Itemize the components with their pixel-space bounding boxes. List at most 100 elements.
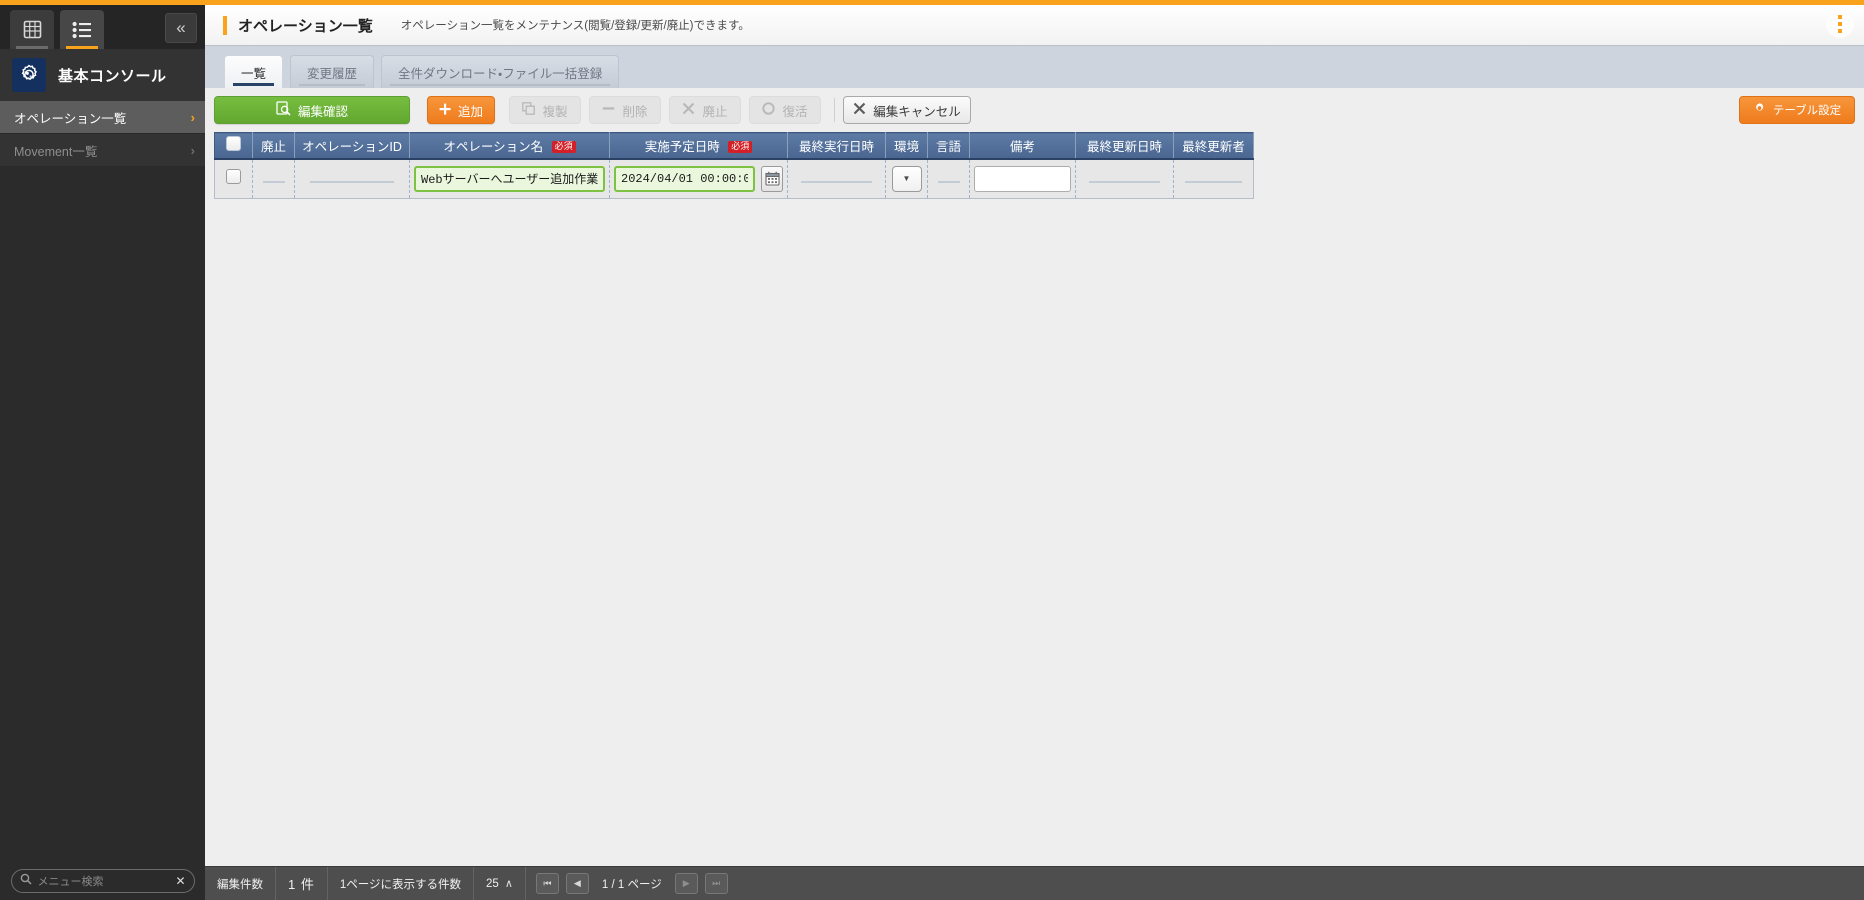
th-remarks[interactable]: 備考 [970,133,1076,159]
first-page-button[interactable]: ⏮ [536,873,559,894]
tab-change-history[interactable]: 変更履歴 [290,55,374,88]
table-header-row: 廃止 オペレーションID オペレーション名 必須 実施予定日時 必須 最終実行日… [215,133,1254,159]
th-language[interactable]: 言語 [928,133,970,159]
rows-per-page-selector[interactable]: 25 ∧ [474,867,526,900]
cell-last-exec-datetime [788,159,886,199]
delete-button: 削除 [589,96,661,124]
prev-page-button[interactable]: ◀ [566,873,589,894]
th-last-update-datetime[interactable]: 最終更新日時 [1076,133,1174,159]
sidebar-collapse-button[interactable]: « [165,13,197,43]
toolbar-divider [834,98,835,122]
cell-discard [253,159,295,199]
sidebar: « 基本コンソール オペレーション一覧 › Movement一覧 › [0,5,205,900]
tab-underline [299,84,365,86]
confirm-edit-button[interactable]: 編集確認 [214,96,410,124]
th-last-exec-datetime[interactable]: 最終実行日時 [788,133,886,159]
title-accent [223,16,227,35]
sidebar-tab-list-view[interactable] [60,10,104,49]
sidebar-item-operation-list[interactable]: オペレーション一覧 › [0,101,205,134]
sidebar-item-movement-list[interactable]: Movement一覧 › [0,134,205,167]
page-title: オペレーション一覧 [238,15,373,36]
column-label: 備考 [1010,140,1035,154]
gear-network-icon [12,58,46,92]
table-settings-button[interactable]: テーブル設定 [1739,96,1855,124]
empty-value-dash [263,181,285,183]
cell-language [928,159,970,199]
table-row: ▼ [215,159,1254,199]
revive-button: 復活 [749,96,821,124]
list-icon [72,21,92,39]
menu-search-container: メニュー検索 ✕ [0,862,205,900]
gear-icon [1753,102,1766,118]
sidebar-item-label: オペレーション一覧 [14,108,126,127]
tab-underline [390,84,610,86]
environment-select[interactable]: ▼ [892,166,922,192]
x-icon [682,102,695,118]
sidebar-view-tabs: « [0,5,205,49]
plus-icon [439,103,451,118]
calendar-icon[interactable] [761,166,783,192]
cell-row-select[interactable] [215,159,253,199]
button-label: 削除 [622,101,647,120]
search-placeholder: メニュー検索 [38,873,104,889]
table-footer: 編集件数 1 件 1ページに表示する件数 25 ∧ ⏮ ◀ 1 / 1 ページ … [205,866,1864,900]
th-scheduled-datetime[interactable]: 実施予定日時 必須 [610,133,788,159]
row-checkbox[interactable] [226,169,241,184]
search-input[interactable]: メニュー検索 ✕ [11,869,195,893]
sidebar-tab-grid-view[interactable] [10,10,54,49]
cell-operation-id [295,159,410,199]
search-icon [20,872,32,890]
more-vertical-icon[interactable] [1826,10,1854,38]
rows-per-page-value: 25 [486,878,499,890]
column-label: オペレーションID [302,140,402,154]
cell-environment[interactable]: ▼ [886,159,928,199]
action-toolbar: 編集確認 追加 複製 削除 [205,88,1864,132]
column-label: 実施予定日時 [645,140,720,154]
minus-icon [602,102,615,118]
cell-remarks[interactable] [970,159,1076,199]
th-operation-name[interactable]: オペレーション名 必須 [410,133,610,159]
th-discard[interactable]: 廃止 [253,133,295,159]
chevron-right-icon: › [191,110,195,125]
close-icon[interactable]: ✕ [175,874,185,888]
button-label: 追加 [458,101,483,120]
edit-count-label: 編集件数 [205,867,276,900]
x-icon [853,102,866,118]
column-label: オペレーション名 [443,140,543,154]
th-last-updater[interactable]: 最終更新者 [1174,133,1254,159]
column-label: 廃止 [261,140,286,154]
cancel-edit-button[interactable]: 編集キャンセル [843,96,971,124]
content-area: 編集確認 追加 複製 削除 [205,88,1864,866]
column-label: 言語 [936,140,961,154]
scheduled-datetime-input[interactable] [614,166,755,192]
tab-bulk-download-upload[interactable]: 全件ダウンロード・ファイル一括登録 [381,55,619,88]
th-environment[interactable]: 環境 [886,133,928,159]
operation-name-input[interactable] [414,166,605,192]
cell-operation-name[interactable] [410,159,610,199]
tab-list[interactable]: 一覧 [224,55,283,88]
button-label: 複製 [542,101,567,120]
cell-scheduled-datetime[interactable] [610,159,788,199]
next-page-button[interactable]: ▶ [675,873,698,894]
page-header: オペレーション一覧 オペレーション一覧をメンテナンス(閲覧/登録/更新/廃止)で… [205,5,1864,46]
top-accent-bar [0,0,1864,5]
last-page-button[interactable]: ⏭ [705,873,728,894]
page-indicator: 1 / 1 ページ [596,876,668,892]
tab-underline-active [66,46,98,49]
required-badge: 必須 [728,141,752,153]
column-label: 最終実行日時 [799,140,874,154]
operation-table-container: 廃止 オペレーションID オペレーション名 必須 実施予定日時 必須 最終実行日… [214,132,1235,199]
remarks-input[interactable] [974,166,1071,192]
th-select-all[interactable] [215,133,253,159]
copy-button: 複製 [509,96,581,124]
grid-icon [23,20,42,39]
add-button[interactable]: 追加 [427,96,495,124]
th-operation-id[interactable]: オペレーションID [295,133,410,159]
pagination: ⏮ ◀ 1 / 1 ページ ▶ ⏭ [526,867,738,900]
select-all-checkbox[interactable] [226,136,241,151]
copy-icon [522,102,535,118]
discard-button: 廃止 [669,96,741,124]
sidebar-item-label: Movement一覧 [14,141,97,160]
column-label: 最終更新者 [1182,140,1245,154]
button-label: 廃止 [702,101,727,120]
